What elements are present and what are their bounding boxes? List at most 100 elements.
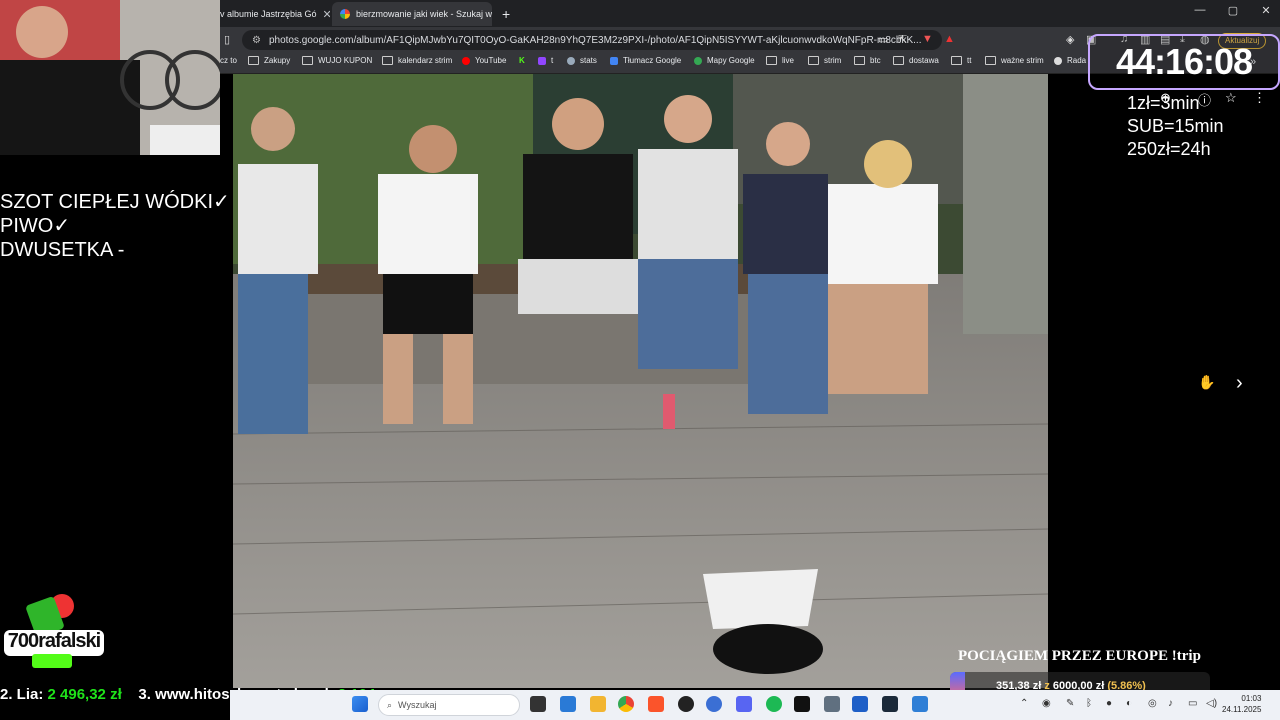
rewards-icon[interactable]: ▲	[944, 33, 955, 45]
bookmark-label: Zakupy	[264, 56, 291, 65]
close-window-button[interactable]: ✕	[1256, 4, 1276, 17]
folder-icon	[382, 56, 393, 65]
translate-icon	[610, 56, 618, 65]
bookmark-item[interactable]: strim	[808, 56, 841, 65]
system-clock[interactable]: 01:03 24.11.2025	[1222, 693, 1261, 715]
bookmark-item[interactable]: ważne strim	[985, 56, 1044, 65]
photo-image	[232, 74, 1049, 688]
chrome-icon[interactable]	[618, 696, 634, 712]
album-photo	[232, 74, 1049, 688]
brave-icon[interactable]	[648, 696, 664, 712]
search-placeholder: Wyszukaj	[398, 700, 437, 710]
bookmark-item[interactable]: WUJO KUPON	[302, 56, 372, 65]
bookmark-label: YouTube	[475, 56, 507, 65]
address-bar[interactable]: ⚙ photos.google.com/album/AF1QipMJwbYu7Q…	[242, 30, 942, 50]
bookmark-item[interactable]: Tłumacz Google	[610, 56, 681, 65]
pen-icon[interactable]: ✎	[1066, 698, 1074, 709]
folder-icon	[985, 56, 996, 65]
site-info-icon[interactable]: ⚙	[252, 35, 261, 46]
bookmark-item[interactable]: YouTube	[462, 56, 506, 65]
tray-icon[interactable]: ◉	[1042, 698, 1051, 709]
bookmark-item[interactable]: dostawa	[893, 56, 939, 65]
bookmark-label: dostawa	[909, 56, 939, 65]
bookmark-item[interactable]: tt	[951, 56, 971, 65]
tray-icon-2[interactable]: ●	[1106, 698, 1112, 709]
rate-line: 1zł=3min	[1127, 93, 1200, 113]
favorite-star-icon[interactable]: ☆	[1225, 90, 1237, 106]
clock-time: 01:03	[1241, 694, 1262, 703]
tray-icon-3[interactable]: ◐	[1126, 698, 1132, 709]
bookmark-item[interactable]: Mapy Google	[694, 56, 755, 65]
discord-icon[interactable]	[736, 696, 752, 712]
bookmark-item[interactable]: t	[538, 56, 553, 65]
maximize-button[interactable]: ▢	[1223, 4, 1243, 17]
drinks-checklist: SZOT CIEPŁEJ WÓDKI✓ PIWO✓ DWUSETKA -	[0, 191, 230, 261]
bookmark-label: Mapy Google	[707, 56, 755, 65]
notepad-icon[interactable]	[912, 696, 928, 712]
youtube-icon	[462, 56, 470, 65]
fundraiser-title: POCIĄGIEM PRZEZ EUROPE !trip	[958, 648, 1201, 664]
bookmark-label: strim	[824, 56, 842, 65]
webcam-feed	[0, 0, 225, 155]
steam-icon[interactable]: ◎	[1148, 698, 1157, 709]
excel-like-icon[interactable]	[852, 696, 868, 712]
volume-icon[interactable]: ◁)	[1206, 698, 1217, 709]
close-icon[interactable]: ✕	[317, 8, 330, 21]
bookmark-label: WUJO KUPON	[318, 56, 373, 65]
bookmark-item[interactable]: btc	[854, 56, 881, 65]
folder-icon	[808, 56, 819, 65]
clock-date: 24.11.2025	[1222, 705, 1262, 714]
calculator-icon[interactable]	[824, 696, 840, 712]
channel-logo: 700rafalski	[2, 592, 106, 672]
folder-icon	[302, 56, 313, 65]
widgets-icon[interactable]	[560, 696, 576, 712]
tab-search[interactable]: bierzmowanie jaki wiek - Szukaj w Go	[332, 2, 492, 26]
folder-icon	[951, 56, 962, 65]
bookmark-item[interactable]: K	[519, 56, 525, 65]
obs-icon[interactable]	[678, 696, 694, 712]
twitch-icon	[538, 56, 546, 65]
bookmark-item[interactable]: cz to	[220, 56, 237, 65]
minimize-button[interactable]: —	[1190, 4, 1210, 16]
task-view-icon[interactable]	[530, 696, 546, 712]
bookmark-item[interactable]: Zakupy	[248, 56, 290, 65]
bookmark-item[interactable]: kalendarz strim	[382, 56, 452, 65]
bookmark-label: live	[782, 56, 795, 65]
tab-strip: v albumie Jastrzębia Gó ✕ bierzmowanie j…	[220, 0, 1280, 27]
tray-chevron-icon[interactable]: ⌃	[1020, 698, 1028, 709]
donation-rates: 1zł=3min SUB=15min 250zł=24h	[1127, 92, 1224, 161]
bluetooth-icon[interactable]: ᛒ	[1086, 698, 1092, 709]
share-icon[interactable]: ⇱	[898, 33, 907, 46]
subathon-timer: 44:16:08	[1088, 34, 1280, 90]
bookmark-item[interactable]: Rada	[1054, 56, 1086, 65]
folder-icon	[248, 56, 259, 65]
bookmark-label: t	[551, 56, 554, 65]
hand-cursor-icon: ✋	[1198, 374, 1216, 390]
app-icon-3[interactable]	[882, 696, 898, 712]
bookmark-icon[interactable]: ▯	[224, 33, 230, 46]
spotify-icon[interactable]	[766, 696, 782, 712]
tab-album[interactable]: v albumie Jastrzębia Gó ✕	[220, 2, 330, 26]
cast-icon[interactable]: ▭	[878, 33, 888, 46]
bookmark-item[interactable]: live	[766, 56, 794, 65]
next-photo-icon[interactable]: ›	[1236, 372, 1243, 395]
tab-album-title: v albumie Jastrzębia Gó	[220, 9, 317, 19]
bookmark-label: Tłumacz Google	[623, 56, 682, 65]
taskbar-search[interactable]: ⌕ Wyszukaj	[378, 694, 520, 716]
bookmark-label: ważne strim	[1001, 56, 1044, 65]
start-icon[interactable]	[352, 696, 368, 712]
bookmark-label: tt	[967, 56, 972, 65]
file-explorer-icon[interactable]	[590, 696, 606, 712]
brave-shield-icon[interactable]: ▼	[922, 33, 933, 45]
extension-icon[interactable]: ◈	[1066, 33, 1074, 46]
folder-icon	[893, 56, 904, 65]
bookmark-label: stats	[580, 56, 597, 65]
bookmark-item[interactable]: stats	[567, 56, 597, 65]
more-options-icon[interactable]: ⋮	[1253, 90, 1266, 106]
app-icon[interactable]	[706, 696, 722, 712]
app-icon-2[interactable]	[794, 696, 810, 712]
network-icon[interactable]: ▭	[1188, 698, 1197, 709]
new-tab-button[interactable]: +	[498, 2, 518, 26]
kick-icon: K	[519, 56, 525, 65]
mic-icon[interactable]: ♪	[1168, 698, 1173, 709]
